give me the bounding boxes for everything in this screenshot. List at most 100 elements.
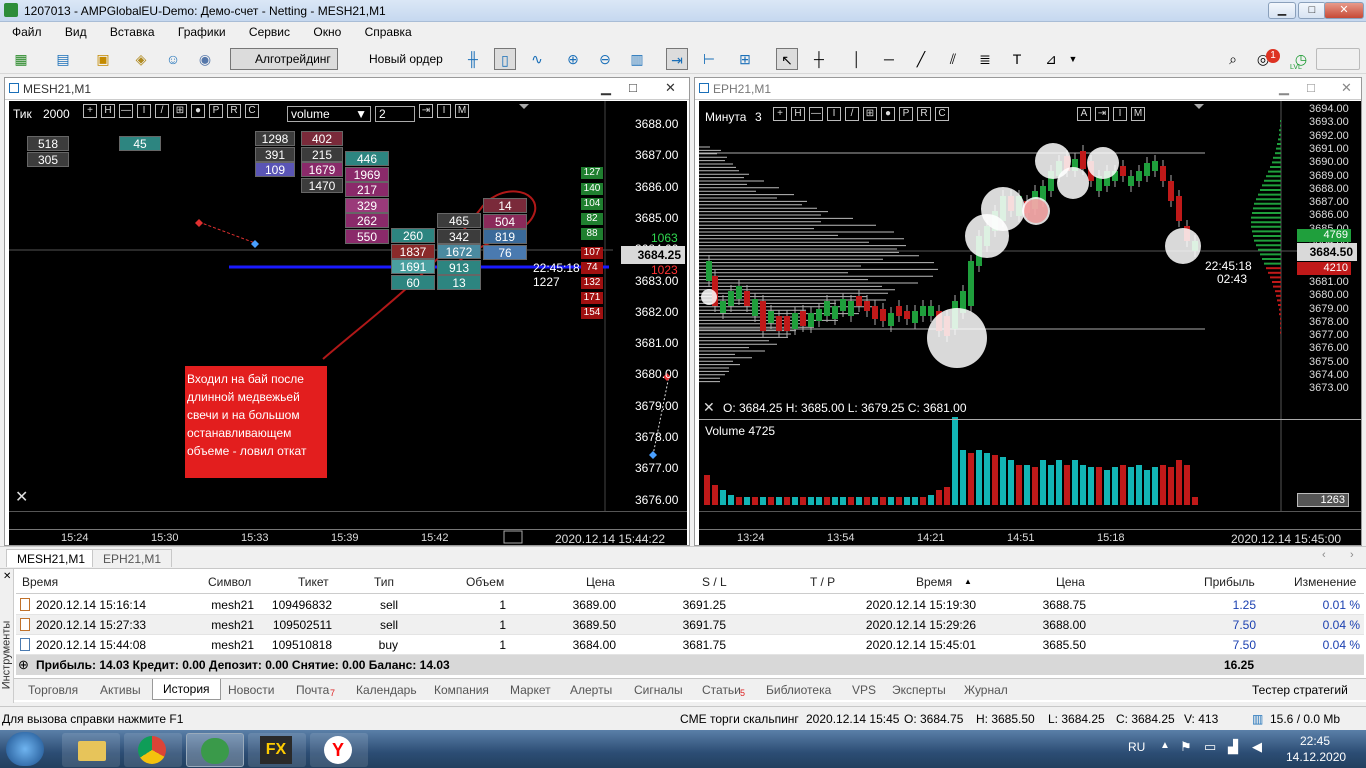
vertical-line-icon[interactable]: │ <box>846 48 868 70</box>
tab-library[interactable]: Библиотека <box>766 683 831 697</box>
terminal-icon[interactable]: ☺ <box>162 48 184 70</box>
bar-chart-icon[interactable]: ╫ <box>462 48 484 70</box>
language-indicator[interactable]: RU <box>1128 740 1145 754</box>
zoom-in-icon[interactable]: ⊕ <box>562 48 584 70</box>
indicators-icon[interactable]: ⊞ <box>734 48 756 70</box>
profiles-icon[interactable]: ▤ <box>52 48 74 70</box>
algotrading-button[interactable]: Алготрейдинг <box>230 48 338 70</box>
horizontal-line-icon[interactable]: ─ <box>878 48 900 70</box>
new-order-button[interactable]: Новый ордер <box>344 48 450 70</box>
chart2-tools-icon[interactable]: ✕ <box>703 399 715 416</box>
status-connection[interactable]: 15.6 / 0.0 Mb <box>1270 712 1340 726</box>
maximize-button[interactable]: □ <box>1298 2 1326 19</box>
history-row[interactable]: 2020.12.14 15:16:14 mesh21 109496832 sell 1 3… <box>16 595 1364 615</box>
tab-news[interactable]: Новости <box>228 683 274 697</box>
tabs-scroll-right-icon[interactable]: › <box>1350 549 1354 561</box>
account-icon[interactable] <box>1316 48 1360 70</box>
tab-mailbox[interactable]: Почта <box>296 683 329 697</box>
zoom-out-icon[interactable]: ⊖ <box>594 48 616 70</box>
line-chart-icon[interactable]: ∿ <box>526 48 548 70</box>
text-icon[interactable]: T <box>1006 48 1028 70</box>
col-change[interactable]: Изменение <box>1294 575 1356 589</box>
chart2-minimize-button[interactable]: ▁ <box>1279 80 1289 96</box>
tab-company[interactable]: Компания <box>434 683 489 697</box>
chart-minimize-button[interactable]: ▁ <box>601 80 611 96</box>
menu-window[interactable]: Окно <box>313 22 341 39</box>
history-row[interactable]: 2020.12.14 15:44:08 mesh21 109510818 buy 1 36… <box>16 635 1364 655</box>
start-button[interactable] <box>6 732 44 766</box>
close-button[interactable]: ✕ <box>1324 2 1364 19</box>
cursor-icon[interactable]: ↖ <box>776 48 798 70</box>
menu-charts[interactable]: Графики <box>178 22 226 39</box>
menu-insert[interactable]: Вставка <box>110 22 155 39</box>
chart2-canvas[interactable]: Минута 3 + H — I / ⊞ ● P R C A ⇥ I M 3694.00 3693.00 3… <box>699 101 1361 545</box>
tile-windows-icon[interactable]: ▥ <box>626 48 648 70</box>
fx-app-icon[interactable]: FX <box>248 733 306 767</box>
history-row[interactable]: 2020.12.14 15:27:33 mesh21 109502511 sell 1 3… <box>16 615 1364 635</box>
minimize-button[interactable]: ▁ <box>1268 2 1296 19</box>
tray-expand-icon[interactable]: ▲ <box>1160 740 1170 751</box>
tabs-scroll-left-icon[interactable]: ‹ <box>1322 549 1326 561</box>
col-open-time[interactable]: Время <box>22 575 58 589</box>
menu-service[interactable]: Сервис <box>249 22 290 39</box>
col-type[interactable]: Тип <box>374 575 394 589</box>
menu-view[interactable]: Вид <box>65 22 87 39</box>
terminal-close-icon[interactable]: ✕ <box>3 571 11 582</box>
trendline-icon[interactable]: ╱ <box>910 48 932 70</box>
metatrader-icon[interactable] <box>186 733 244 767</box>
navigator-icon[interactable]: ◈ <box>130 48 152 70</box>
crosshair-icon[interactable]: ┼ <box>808 48 830 70</box>
new-chart-icon[interactable]: ▦ <box>10 48 32 70</box>
col-price[interactable]: Цена <box>586 575 615 589</box>
chevron-down-icon[interactable]: ▼ <box>1062 48 1084 70</box>
tray-device-icon[interactable]: ▭ <box>1204 739 1216 755</box>
menu-file[interactable]: Файл <box>12 22 42 39</box>
col-close-time[interactable]: Время <box>916 575 952 589</box>
col-close-price[interactable]: Цена <box>1056 575 1085 589</box>
col-profit[interactable]: Прибыль <box>1204 575 1255 589</box>
chart-close-button[interactable]: ✕ <box>665 80 676 96</box>
tab-vps[interactable]: VPS <box>852 683 876 697</box>
chart1-canvas[interactable]: Тик 2000 + H — I / ⊞ ● P R C volume ▼ 2 ⇥ I M 518 3… <box>9 101 687 545</box>
equidistant-channel-icon[interactable]: ⫽ <box>942 48 964 70</box>
clock-time[interactable]: 22:45 <box>1300 734 1330 748</box>
strategy-tester-button[interactable]: Тестер стратегий <box>1252 683 1348 697</box>
chrome-icon[interactable] <box>124 733 182 767</box>
chart-maximize-button[interactable]: □ <box>629 80 637 95</box>
col-volume[interactable]: Объем <box>466 575 504 589</box>
tray-volume-icon[interactable]: ◀ <box>1252 739 1262 755</box>
tools-icon[interactable]: ✕ <box>15 487 28 507</box>
col-sl[interactable]: S / L <box>702 575 727 589</box>
tab-signals[interactable]: Сигналы <box>634 683 683 697</box>
col-tp[interactable]: T / P <box>810 575 835 589</box>
annotation-note[interactable]: Входил на бай после длинной медвежьей св… <box>185 366 327 478</box>
tab-mesh21[interactable]: MESH21,M1 <box>6 549 97 567</box>
col-symbol[interactable]: Символ <box>208 575 251 589</box>
menu-help[interactable]: Справка <box>365 22 412 39</box>
shapes-icon[interactable]: ⊿ <box>1040 48 1062 70</box>
chart2-maximize-button[interactable]: □ <box>1307 80 1315 95</box>
tab-assets[interactable]: Активы <box>100 683 141 697</box>
tab-eph21[interactable]: EPH21,M1 <box>92 549 173 567</box>
tab-articles[interactable]: Статьи <box>702 683 741 697</box>
chart2-close-button[interactable]: ✕ <box>1341 80 1352 96</box>
chart-shift-icon[interactable]: ⊢ <box>698 48 720 70</box>
fibonacci-icon[interactable]: ≣ <box>974 48 996 70</box>
tab-experts[interactable]: Эксперты <box>892 683 946 697</box>
explorer-icon[interactable] <box>62 733 120 767</box>
search-icon[interactable]: ⌕ <box>1222 48 1244 70</box>
candles-icon[interactable]: ▯ <box>494 48 516 70</box>
yandex-icon[interactable]: Y <box>310 733 368 767</box>
auto-scroll-icon[interactable]: ⇥ <box>666 48 688 70</box>
tab-history[interactable]: История <box>152 679 221 700</box>
tray-network-icon[interactable]: ⚑ <box>1180 739 1192 755</box>
col-ticket[interactable]: Тикет <box>298 575 329 589</box>
tab-alerts[interactable]: Алерты <box>570 683 612 697</box>
tab-calendar[interactable]: Календарь <box>356 683 417 697</box>
clock-date[interactable]: 14.12.2020 <box>1286 750 1346 764</box>
tab-journal[interactable]: Журнал <box>964 683 1008 697</box>
signals-icon[interactable]: ◉ <box>194 48 216 70</box>
data-window-icon[interactable]: ▣ <box>92 48 114 70</box>
status-profile[interactable]: CME торги скальпинг <box>680 712 799 726</box>
tray-signal-icon[interactable]: ▟ <box>1228 739 1238 755</box>
